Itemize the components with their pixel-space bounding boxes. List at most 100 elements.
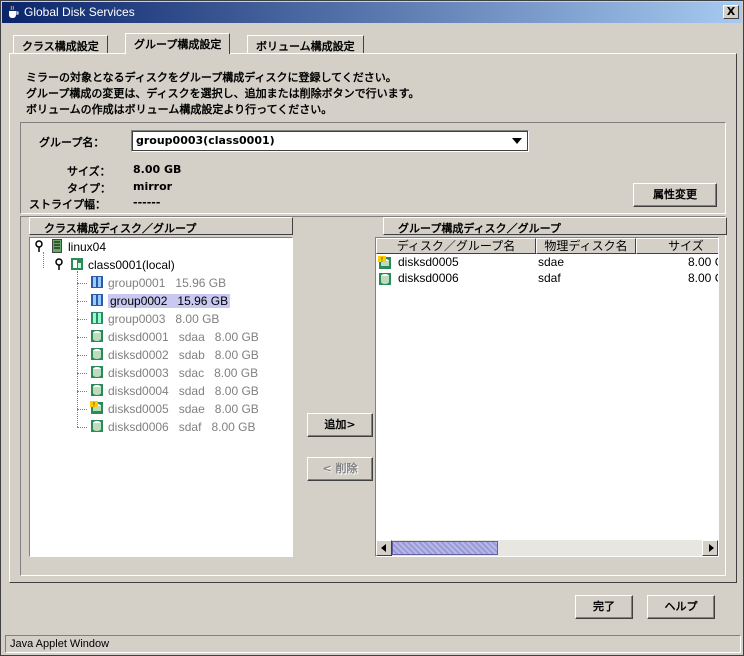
attribute-change-button[interactable]: 属性変更	[633, 183, 717, 207]
tree-connector	[77, 283, 87, 284]
tree-item-disk: sdab	[178, 348, 205, 362]
disk-icon	[91, 366, 103, 378]
tree-node-class[interactable]: class0001(local)	[70, 257, 175, 273]
disk-icon	[379, 273, 391, 285]
help-button[interactable]: ヘルプ	[647, 595, 715, 619]
row-size: 8.00 GB	[688, 255, 718, 269]
stripe-label: ストライプ幅：	[29, 198, 106, 211]
server-icon	[52, 239, 62, 253]
scroll-left-button[interactable]	[376, 540, 392, 556]
row-physical-disk: sdaf	[538, 271, 561, 285]
title-bar: Global Disk Services X	[2, 2, 742, 23]
tree-connector	[77, 301, 87, 302]
tab-class-config[interactable]: クラス構成設定	[13, 35, 108, 53]
tree-item-disk: sdae	[178, 402, 205, 416]
class-disk-tree[interactable]: linux04 class0001(local) group0001 15.96…	[29, 237, 293, 557]
triangle-right-icon	[709, 544, 714, 552]
type-label: タイプ：	[67, 182, 111, 195]
tree-item-name: group0001	[108, 276, 166, 290]
tree-node-disk[interactable]: disksd0006 sdaf 8.00 GB	[90, 419, 255, 435]
tree-item-name: disksd0003	[108, 366, 169, 380]
tree-connector	[77, 337, 87, 338]
tree-connector	[77, 373, 87, 374]
group-icon	[91, 276, 103, 288]
main-window: Global Disk Services X クラス構成設定 グループ構成設定 …	[0, 0, 744, 656]
tree-item-size: 8.00 GB	[214, 402, 259, 416]
group-name-label: グループ名：	[39, 136, 105, 149]
done-button[interactable]: 完了	[575, 595, 633, 619]
tree-connector	[77, 355, 87, 356]
tree-connector	[43, 252, 44, 268]
tab-group-config[interactable]: グループ構成設定	[125, 33, 231, 54]
tree-item-size: 15.96 GB	[177, 294, 229, 308]
disk-warning-icon: !	[378, 256, 391, 269]
tree-node-disk[interactable]: ! disksd0005 sdae 8.00 GB	[90, 401, 259, 417]
row-name: disksd0005	[398, 255, 459, 269]
disk-warning-icon: !	[90, 401, 103, 414]
disk-icon	[91, 330, 103, 342]
tree-node-group[interactable]: group0003 8.00 GB	[90, 311, 219, 327]
tree-connector	[77, 271, 78, 427]
tree-connector	[77, 319, 87, 320]
class-icon	[71, 258, 83, 270]
instruction-line: グループ構成の変更は、ディスクを選択し、追加または削除ボタンで行います。	[26, 87, 420, 100]
tree-node-host[interactable]: linux04	[50, 239, 106, 255]
instruction-line: ミラーの対象となるディスクをグループ構成ディスクに登録してください。	[26, 71, 397, 84]
expand-key-icon[interactable]	[54, 258, 64, 270]
row-name: disksd0006	[398, 271, 459, 285]
tree-node-disk[interactable]: disksd0002 sdab 8.00 GB	[90, 347, 259, 363]
table-row[interactable]: disksd0006 sdaf 8.00 GB	[376, 271, 718, 287]
tab-volume-config[interactable]: ボリューム構成設定	[247, 35, 364, 53]
row-size: 8.00 GB	[688, 271, 718, 285]
group-disk-table[interactable]: ディスク／グループ名 物理ディスク名 サイズ ! disksd0005 sdae…	[375, 237, 719, 557]
tree-item-size: 15.96 GB	[175, 276, 227, 290]
tree-item-size: 8.00 GB	[175, 312, 220, 326]
scroll-thumb[interactable]	[392, 541, 498, 555]
host-name: linux04	[68, 240, 107, 254]
tree-item-name: disksd0006	[108, 420, 169, 434]
group-icon	[91, 312, 103, 324]
remove-button[interactable]: < 削除	[307, 457, 373, 481]
tree-node-group[interactable]: group0002 15.96 GB	[90, 293, 231, 309]
tree-node-disk[interactable]: disksd0003 sdac 8.00 GB	[90, 365, 258, 381]
instructions: ミラーの対象となるディスクをグループ構成ディスクに登録してください。 グループ構…	[26, 70, 419, 118]
column-header-physical-disk[interactable]: 物理ディスク名	[536, 238, 636, 254]
tree-item-size: 8.00 GB	[214, 330, 259, 344]
column-header-name[interactable]: ディスク／グループ名	[376, 238, 536, 254]
tree-item-name: group0003	[108, 312, 166, 326]
group-info-panel: グループ名： group0003(class0001) サイズ： 8.00 GB…	[20, 122, 726, 214]
tree-item-size: 8.00 GB	[214, 348, 259, 362]
tree-node-group[interactable]: group0001 15.96 GB	[90, 275, 226, 291]
column-header-size[interactable]: サイズ	[636, 238, 718, 254]
group-select[interactable]: group0003(class0001)	[131, 130, 529, 152]
disk-icon	[91, 420, 103, 432]
tree-connector	[77, 409, 87, 410]
scroll-right-button[interactable]	[702, 540, 718, 556]
expand-key-icon[interactable]	[34, 240, 44, 252]
disk-icon	[91, 348, 103, 360]
java-cup-icon	[9, 5, 19, 18]
tree-item-size: 8.00 GB	[214, 366, 259, 380]
row-physical-disk: sdae	[538, 255, 565, 269]
tree-node-disk[interactable]: disksd0004 sdad 8.00 GB	[90, 383, 259, 399]
table-row[interactable]: ! disksd0005 sdae 8.00 GB	[376, 255, 718, 271]
group-disks-header: グループ構成ディスク／グループ	[383, 217, 727, 235]
horizontal-scrollbar[interactable]	[376, 540, 718, 556]
chevron-down-icon[interactable]	[512, 138, 522, 144]
disk-icon	[91, 384, 103, 396]
tree-item-name: disksd0005	[108, 402, 169, 416]
tree-node-disk[interactable]: disksd0001 sdaa 8.00 GB	[90, 329, 259, 345]
type-value: mirror	[133, 180, 173, 193]
instruction-line: ボリュームの作成はボリューム構成設定より行ってください。	[26, 103, 333, 116]
tree-item-size: 8.00 GB	[211, 420, 256, 434]
window-title: Global Disk Services	[24, 5, 135, 19]
close-button[interactable]: X	[723, 5, 739, 19]
group-config-pane: ミラーの対象となるディスクをグループ構成ディスクに登録してください。 グループ構…	[9, 53, 737, 583]
tree-item-disk: sdad	[178, 384, 205, 398]
tree-item-name: disksd0002	[108, 348, 169, 362]
tree-item-disk: sdaa	[178, 330, 205, 344]
tree-item-name: disksd0001	[108, 330, 169, 344]
disk-assignment-panel: クラス構成ディスク／グループ linux04 class0001(local) …	[20, 216, 727, 576]
tree-item-size: 8.00 GB	[214, 384, 259, 398]
add-button[interactable]: 追加>	[307, 413, 373, 437]
